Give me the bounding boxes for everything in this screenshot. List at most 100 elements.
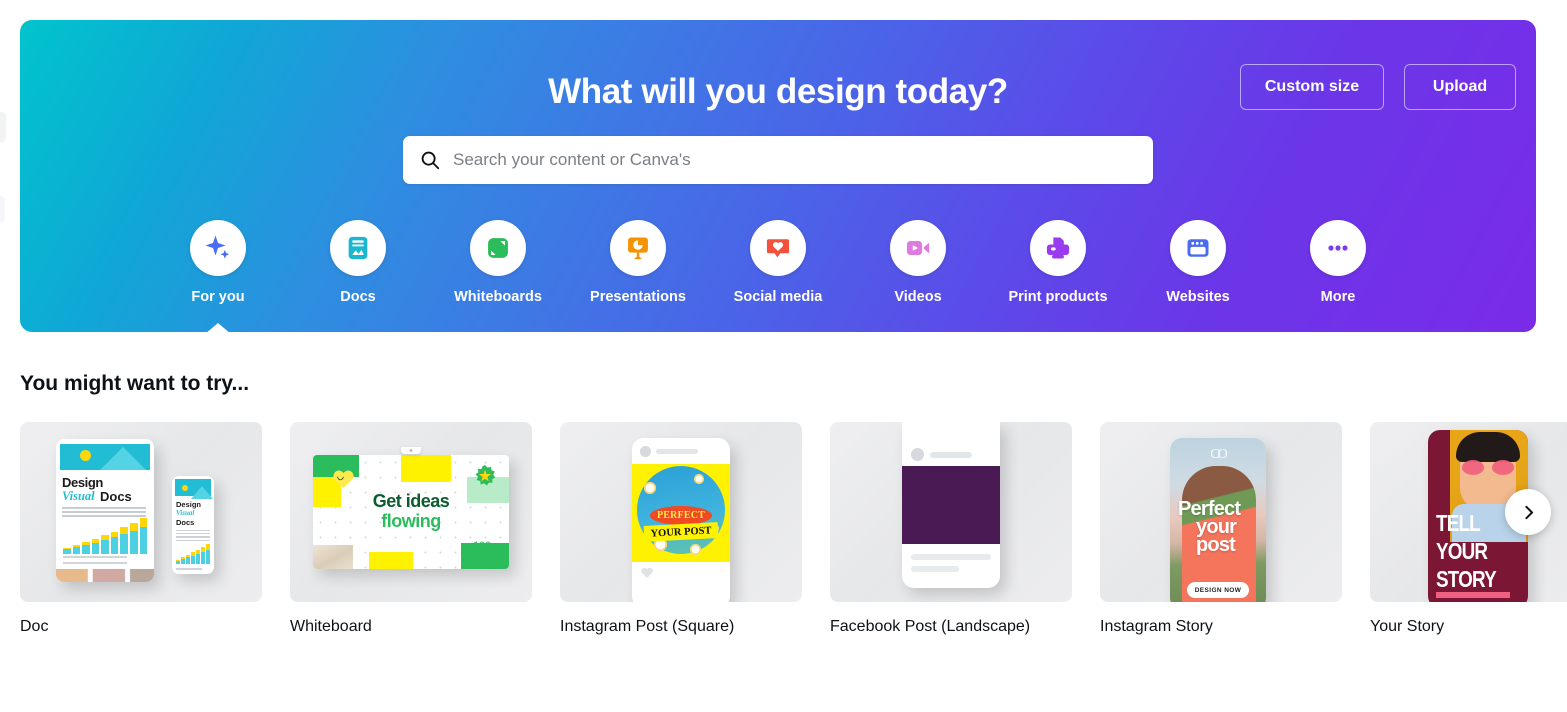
category-whiteboards[interactable]: Whiteboards (428, 220, 568, 305)
doc-page-mockup: Design Visual Docs (56, 439, 154, 582)
doc-headline-1: Design (62, 475, 103, 490)
story-line-3: STORY (1436, 566, 1497, 592)
canva-homepage: What will you design today? Custom size … (0, 0, 1567, 712)
hundred-doodle: 100 (473, 538, 491, 552)
category-docs[interactable]: Docs (288, 220, 428, 305)
design-now-button: DESIGN NOW (1187, 582, 1249, 598)
phone-bar-chart (176, 544, 210, 564)
avatar (640, 446, 651, 457)
thumbnail-instagram-story: CO Perfect your post DESIGN NOW (1100, 422, 1342, 602)
search-icon (421, 151, 440, 170)
category-nav: For you Docs Whiteboards Presentations S… (20, 220, 1536, 332)
whiteboard-icon (488, 238, 508, 258)
template-card-facebook-post[interactable]: Facebook Post (Landscape) (830, 422, 1072, 636)
category-for-you[interactable]: For you (148, 220, 288, 332)
category-label: Websites (1166, 289, 1230, 305)
thumbnail-facebook-post (830, 422, 1072, 602)
card-label: Instagram Post (Square) (560, 618, 735, 635)
custom-size-button[interactable]: Custom size (1240, 64, 1384, 110)
phone-body-lines (176, 530, 210, 543)
doc-headline-2: Visual (62, 489, 95, 503)
category-social-media[interactable]: Social media (708, 220, 848, 305)
category-websites[interactable]: Websites (1128, 220, 1268, 305)
section-title: You might want to try... (20, 372, 250, 395)
category-presentations[interactable]: Presentations (568, 220, 708, 305)
thumbnail-instagram-post: PERFECT YOUR POST (560, 422, 802, 602)
category-label: Social media (733, 289, 823, 305)
category-videos[interactable]: Videos (848, 220, 988, 305)
whiteboard-line-1: Get ideas (372, 491, 450, 511)
color-block (313, 477, 341, 507)
whiteboard-line-2: flowing (381, 511, 441, 531)
badge-text: PERFECT (656, 510, 706, 521)
card-label: Doc (20, 618, 49, 635)
category-label: More (1320, 289, 1356, 305)
card-label: Whiteboard (290, 618, 372, 635)
search-bar[interactable] (403, 136, 1153, 184)
carousel-next-button[interactable] (1505, 489, 1551, 535)
category-print-products[interactable]: Print products (988, 220, 1128, 305)
card-label: Instagram Story (1100, 618, 1213, 635)
caption-line (911, 566, 959, 572)
post-header (632, 438, 730, 464)
sun-shape (182, 485, 188, 491)
category-icon-wrap (750, 220, 806, 276)
template-card-list: Design Visual Docs Design Visual Docs Do… (20, 422, 1567, 636)
mountain-shape (191, 486, 213, 499)
category-icon-wrap (330, 220, 386, 276)
phone-footer-line (176, 568, 202, 570)
hero-banner: What will you design today? Custom size … (20, 20, 1536, 332)
category-label: For you (191, 289, 245, 305)
story-line-2: YOUR (1436, 538, 1488, 564)
left-rail-stub-secondary (0, 196, 5, 222)
chevron-right-icon (1524, 505, 1533, 519)
search-input[interactable] (453, 150, 1137, 170)
ellipsis-icon (1328, 245, 1348, 251)
story-line-1: TELL (1436, 510, 1481, 536)
sunglasses-shape (1462, 460, 1514, 475)
doc-bar-chart (63, 518, 148, 554)
template-card-doc[interactable]: Design Visual Docs Design Visual Docs Do… (20, 422, 262, 636)
presentation-icon (628, 237, 648, 260)
post-footer (632, 562, 730, 602)
thumbnail-doc: Design Visual Docs Design Visual Docs (20, 422, 262, 602)
template-card-whiteboard[interactable]: ◡ Get ideas flowing 100 Whiteboard (290, 422, 532, 636)
sun-shape (80, 450, 91, 461)
brand-logo: CO (1210, 447, 1228, 462)
card-label: Your Story (1370, 618, 1445, 635)
category-icon-wrap (1170, 220, 1226, 276)
browser-window-icon (1187, 239, 1209, 257)
photo-block (313, 545, 353, 569)
phone-headline-3: Docs (176, 518, 195, 527)
post-image-block (902, 466, 1000, 544)
category-label: Print products (1008, 289, 1108, 305)
heart-bubble-icon (766, 239, 790, 258)
category-icon-wrap (610, 220, 666, 276)
category-label: Whiteboards (454, 289, 542, 305)
document-icon (348, 236, 368, 260)
caption-line (911, 554, 991, 560)
card-label: Facebook Post (Landscape) (830, 618, 1031, 635)
template-card-instagram-story[interactable]: CO Perfect your post DESIGN NOW Instagra… (1100, 422, 1342, 636)
category-icon-wrap (1310, 220, 1366, 276)
upload-button[interactable]: Upload (1404, 64, 1516, 110)
username-placeholder (930, 452, 972, 458)
category-icon-wrap (470, 220, 526, 276)
phone-headline-1: Design (176, 500, 202, 509)
printer-icon (1046, 237, 1070, 259)
phone-hero-illustration (175, 479, 213, 499)
template-card-instagram-post[interactable]: PERFECT YOUR POST Instagram Post (Square… (560, 422, 802, 636)
hair-shape (1456, 432, 1520, 462)
avatar (911, 448, 924, 461)
flower-shape (694, 474, 704, 484)
post-image: PERFECT YOUR POST (632, 464, 730, 562)
category-more[interactable]: More (1268, 220, 1408, 305)
active-tab-indicator (205, 323, 231, 332)
doc-footer-lines (63, 556, 147, 568)
category-icon-wrap (1030, 220, 1086, 276)
thumbnail-whiteboard: ◡ Get ideas flowing 100 (290, 422, 532, 602)
left-rail-stub (0, 112, 6, 142)
whiteboard-screen-mockup: ◡ Get ideas flowing 100 (313, 455, 509, 569)
flower-shape (644, 482, 656, 494)
phone-headline-2: Visual (176, 509, 195, 517)
